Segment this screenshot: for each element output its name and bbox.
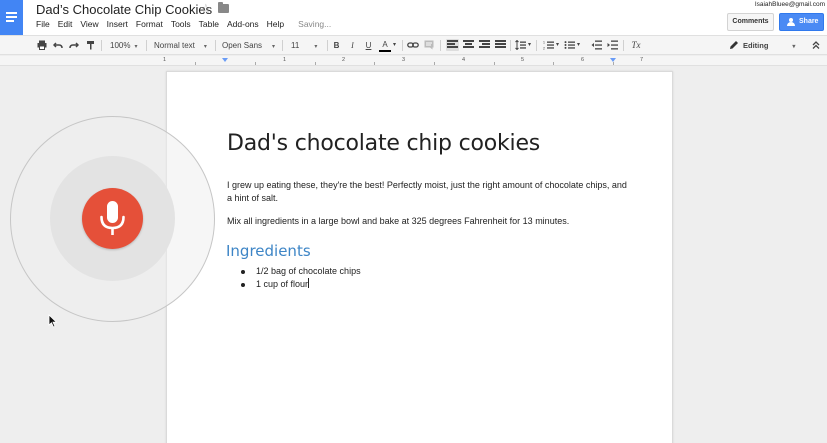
menu-view[interactable]: View: [80, 19, 98, 29]
text-color-dropdown-icon[interactable]: ▾: [392, 39, 397, 52]
numbered-list-icon[interactable]: 12: [543, 40, 554, 50]
svg-text:2: 2: [543, 47, 545, 51]
align-right-button[interactable]: [479, 40, 490, 50]
link-icon[interactable]: [407, 40, 419, 50]
italic-button[interactable]: I: [348, 39, 357, 52]
save-status: Saving...: [298, 19, 332, 29]
toolbar: 100% ▾ Normal text ▾ Open Sans ▾ 11 ▾ B I U …: [0, 35, 827, 55]
bulleted-list-icon[interactable]: [564, 40, 575, 50]
document-page[interactable]: Dad's chocolate chip cookies I grew up e…: [166, 71, 673, 443]
document-heading: Dad's chocolate chip cookies: [227, 131, 541, 156]
numbered-list-dropdown-icon[interactable]: ▾: [555, 39, 560, 52]
share-label: Share: [799, 18, 819, 25]
align-left-button[interactable]: [446, 39, 459, 51]
decrease-indent-icon[interactable]: [591, 40, 602, 50]
ruler: 1 1 2 3 4 5 6 7: [0, 56, 827, 66]
line-spacing-dropdown-icon[interactable]: ▾: [527, 39, 532, 52]
user-email[interactable]: IsaiahBluee@gmail.com: [755, 1, 825, 8]
left-indent-marker[interactable]: [222, 58, 228, 62]
editing-mode-select[interactable]: Editing ▾: [743, 39, 805, 52]
clear-formatting-button[interactable]: Tx: [630, 39, 642, 52]
text-cursor: [308, 278, 310, 288]
microphone-button[interactable]: [82, 188, 143, 249]
zoom-select[interactable]: 100% ▾: [110, 39, 145, 52]
list-item: 1 cup of flour: [241, 278, 361, 291]
menu-tools[interactable]: Tools: [171, 19, 191, 29]
text-color-button[interactable]: A: [379, 39, 391, 52]
menu-table[interactable]: Table: [199, 19, 219, 29]
star-icon[interactable]: ☆: [200, 1, 212, 17]
font-select[interactable]: Open Sans ▾: [222, 39, 278, 52]
docs-window: Dad’s Chocolate Chip Cookies ☆ File Edit…: [0, 0, 827, 443]
folder-icon[interactable]: [218, 2, 229, 13]
ingredients-list: 1/2 bag of chocolate chips 1 cup of flou…: [241, 265, 361, 291]
menu-bar: File Edit View Insert Format Tools Table…: [36, 19, 331, 29]
instructions-paragraph: Mix all ingredients in a large bowl and …: [227, 216, 570, 226]
mouse-pointer-icon: [48, 314, 58, 328]
microphone-icon: [100, 201, 125, 235]
menu-addons[interactable]: Add-ons: [227, 19, 259, 29]
svg-text:1: 1: [543, 41, 545, 45]
menu-file[interactable]: File: [36, 19, 50, 29]
share-button[interactable]: Share: [779, 13, 824, 31]
menu-help[interactable]: Help: [267, 19, 284, 29]
line-spacing-icon[interactable]: [515, 40, 526, 50]
right-indent-marker[interactable]: [610, 58, 616, 62]
align-center-button[interactable]: [463, 40, 474, 50]
font-size-select[interactable]: 11 ▾: [291, 39, 323, 52]
bold-button[interactable]: B: [332, 39, 341, 52]
header: Dad’s Chocolate Chip Cookies ☆ File Edit…: [0, 0, 827, 35]
menu-edit[interactable]: Edit: [58, 19, 73, 29]
collapse-menus-icon[interactable]: [811, 40, 821, 50]
document-title[interactable]: Dad’s Chocolate Chip Cookies: [36, 2, 212, 17]
align-justify-button[interactable]: [495, 40, 506, 50]
print-icon[interactable]: [37, 40, 47, 50]
paragraph-style-select[interactable]: Normal text ▾: [154, 39, 212, 52]
undo-icon[interactable]: [53, 40, 63, 50]
paint-format-icon[interactable]: [86, 40, 96, 50]
share-people-icon: [786, 18, 796, 26]
redo-icon[interactable]: [69, 40, 79, 50]
underline-button[interactable]: U: [364, 39, 373, 52]
list-item: 1/2 bag of chocolate chips: [241, 265, 361, 278]
docs-home-icon[interactable]: [0, 0, 23, 35]
menu-insert[interactable]: Insert: [107, 19, 128, 29]
comment-icon[interactable]: [424, 40, 434, 50]
ingredients-heading: Ingredients: [226, 242, 311, 260]
bulleted-list-dropdown-icon[interactable]: ▾: [576, 39, 581, 52]
increase-indent-icon[interactable]: [607, 40, 618, 50]
menu-format[interactable]: Format: [136, 19, 163, 29]
intro-paragraph: I grew up eating these, they're the best…: [227, 180, 627, 203]
comments-button[interactable]: Comments: [727, 13, 774, 31]
pencil-icon: [730, 41, 738, 49]
